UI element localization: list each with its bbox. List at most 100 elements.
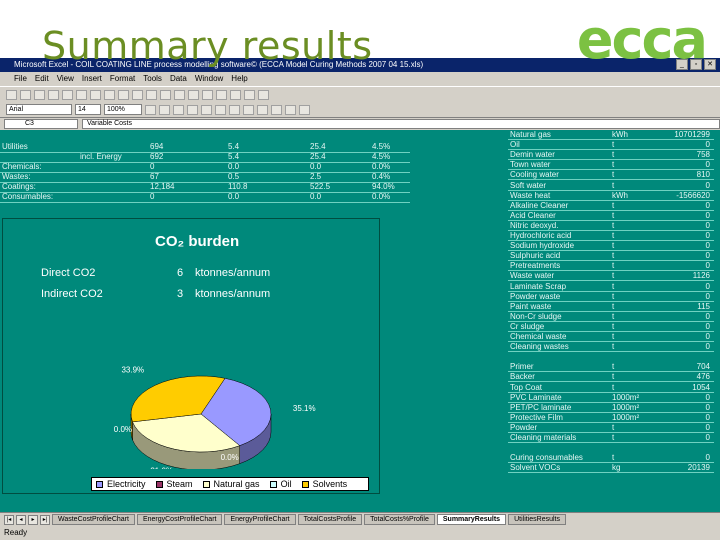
merge-icon[interactable] <box>229 104 240 115</box>
chart-wizard-icon[interactable] <box>230 89 241 100</box>
resource-unit: t <box>612 210 615 220</box>
save-icon[interactable] <box>34 89 45 100</box>
resource-unit: t <box>612 271 615 281</box>
cell-v2: 0.0 <box>228 192 240 201</box>
list-item: Demin water t 758 <box>508 150 714 161</box>
align-right-icon[interactable] <box>215 104 226 115</box>
percent-icon[interactable] <box>257 104 268 115</box>
legend-swatch <box>301 480 309 488</box>
cut-icon[interactable] <box>90 89 101 100</box>
cell-v2: 110.8 <box>228 182 248 191</box>
menu-item-insert[interactable]: Insert <box>82 72 102 86</box>
align-center-icon[interactable] <box>201 104 212 115</box>
drawing-icon[interactable] <box>244 89 255 100</box>
menu-item-edit[interactable]: Edit <box>35 72 49 86</box>
resource-unit: t <box>612 311 615 321</box>
menu-item-format[interactable]: Format <box>110 72 135 86</box>
resource-name: Paint waste <box>510 301 552 311</box>
spelling-icon[interactable] <box>76 89 87 100</box>
sort-asc-icon[interactable] <box>202 89 213 100</box>
resource-name: Protective Film <box>510 412 563 422</box>
list-item: Hydrochloric acid t 0 <box>508 231 714 241</box>
resource-value: 0 <box>705 332 710 341</box>
menu-item-help[interactable]: Help <box>231 72 247 86</box>
next-sheet-button[interactable]: ▸ <box>28 514 38 525</box>
font-size-select[interactable]: 14 <box>75 104 101 115</box>
menu-item-view[interactable]: View <box>57 72 74 86</box>
resource-unit: t <box>612 281 615 291</box>
table-row: Consumables: 0 0.0 0.0 0.0% <box>0 192 410 202</box>
pie-data-label: 35.1% <box>293 404 316 413</box>
resource-value: 0 <box>705 241 710 251</box>
bold-icon[interactable] <box>145 104 156 115</box>
tab-utilitiesresults[interactable]: UtilitiesResults <box>508 514 566 525</box>
tab-totalcosts-profile[interactable]: TotalCosts%Profile <box>364 514 435 525</box>
cell-v2: 5.4 <box>228 152 240 161</box>
list-item: Nitric deoxyd. t 0 <box>508 221 714 231</box>
font-color-icon[interactable] <box>299 104 310 115</box>
list-item: Oil t 0 <box>508 140 714 151</box>
align-left-icon[interactable] <box>187 104 198 115</box>
tab-energycostprofilechart[interactable]: EnergyCostProfileChart <box>136 514 223 525</box>
undo-icon[interactable] <box>146 89 157 100</box>
redo-icon[interactable] <box>160 89 171 100</box>
cell-label: Coatings: <box>2 182 36 191</box>
zoom-icon[interactable] <box>258 89 269 100</box>
menu-item-window[interactable]: Window <box>195 72 223 86</box>
menu-item-file[interactable]: File <box>14 72 27 86</box>
tab-summaryresults[interactable]: SummaryResults <box>436 514 507 525</box>
tab-totalcostsprofile[interactable]: TotalCostsProfile <box>297 514 363 525</box>
cell-v1: 67 <box>150 172 159 181</box>
copy-icon[interactable] <box>104 89 115 100</box>
fill-color-icon[interactable] <box>285 104 296 115</box>
preview-icon[interactable] <box>62 89 73 100</box>
resource-value: -1566620 <box>676 190 710 200</box>
resource-name: Pretreatments <box>510 261 561 271</box>
first-sheet-button[interactable]: |◂ <box>4 514 14 525</box>
print-icon[interactable] <box>48 89 59 100</box>
hyperlink-icon[interactable] <box>174 89 185 100</box>
resource-name: Backer <box>510 372 535 382</box>
resource-name: PET/PC laminate <box>510 402 572 412</box>
paste-icon[interactable] <box>118 89 129 100</box>
list-item: Non-Cr sludge t 0 <box>508 312 714 322</box>
cell-v4: 4.5% <box>372 142 391 151</box>
underline-icon[interactable] <box>173 104 184 115</box>
sort-desc-icon[interactable] <box>216 89 227 100</box>
resource-unit: t <box>612 170 615 180</box>
resource-unit: t <box>612 220 615 230</box>
tab-wastecostprofilechart[interactable]: WasteCostProfileChart <box>52 514 135 525</box>
resource-value: 0 <box>705 160 710 170</box>
resource-name: Waste heat <box>510 190 551 200</box>
resource-unit: t <box>612 150 615 160</box>
resource-value: 0 <box>705 220 710 230</box>
last-sheet-button[interactable]: ▸| <box>40 514 50 525</box>
legend-label: Steam <box>166 479 193 489</box>
font-select[interactable]: Arial <box>6 104 72 115</box>
resource-name: Soft water <box>510 180 547 190</box>
list-item <box>508 352 714 362</box>
open-icon[interactable] <box>20 89 31 100</box>
list-item: Cleaning materials t 0 <box>508 433 714 443</box>
name-box[interactable]: C3 <box>4 119 78 129</box>
resource-name: Town water <box>510 160 551 170</box>
pie-data-label: 0.0% <box>114 425 132 434</box>
resource-name: PVC Laminate <box>510 392 562 402</box>
resource-unit: t <box>612 301 615 311</box>
formula-input[interactable]: Variable Costs <box>82 119 720 129</box>
prev-sheet-button[interactable]: ◂ <box>16 514 26 525</box>
resource-unit: t <box>612 200 615 210</box>
worksheet[interactable]: Utilities 694 5.4 25.4 4.5% incl. Energy 692 5.… <box>0 130 720 512</box>
borders-icon[interactable] <box>271 104 282 115</box>
zoom-select[interactable]: 100% <box>104 104 142 115</box>
new-icon[interactable] <box>6 89 17 100</box>
italic-icon[interactable] <box>159 104 170 115</box>
legend-label: Natural gas <box>213 479 260 489</box>
menu-item-tools[interactable]: Tools <box>143 72 162 86</box>
autosum-icon[interactable] <box>188 89 199 100</box>
tab-energyprofilechart[interactable]: EnergyProfileChart <box>224 514 296 525</box>
menu-item-data[interactable]: Data <box>170 72 187 86</box>
co2-chart[interactable]: CO₂ burden Direct CO2 6 ktonnes/annum In… <box>2 218 380 494</box>
format-painter-icon[interactable] <box>132 89 143 100</box>
currency-icon[interactable] <box>243 104 254 115</box>
